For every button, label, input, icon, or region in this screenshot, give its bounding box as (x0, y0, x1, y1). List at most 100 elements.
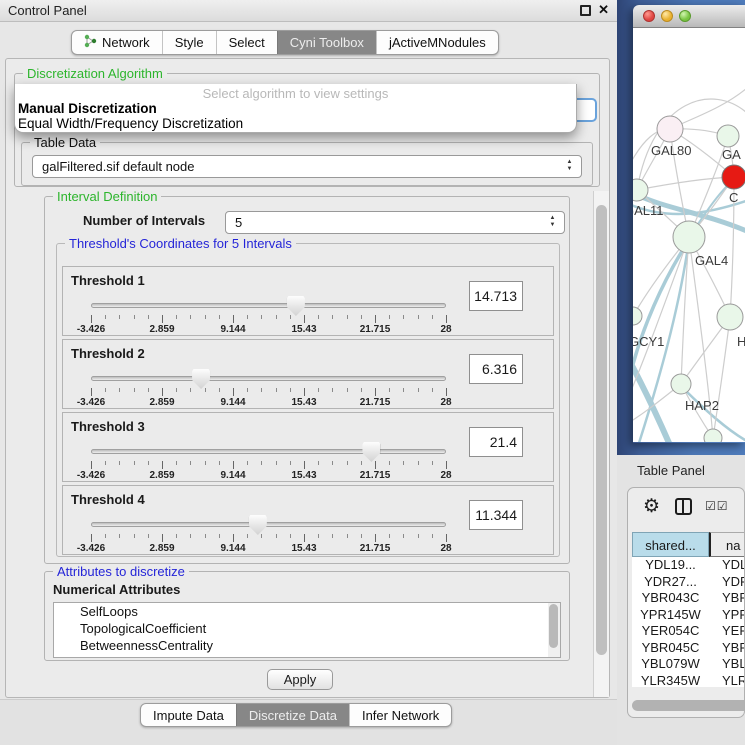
settings-scrollbar-thumb[interactable] (596, 205, 607, 655)
slider-tick (105, 461, 106, 465)
slider-tick (403, 534, 404, 538)
table-row[interactable]: YER054CYER054C (632, 623, 744, 640)
table-row[interactable]: YBL079WYBL079W (632, 656, 744, 673)
tab-impute-data[interactable]: Impute Data (141, 704, 236, 726)
slider-tick (290, 315, 291, 319)
dropdown-option-manual[interactable]: Manual Discretization (15, 101, 576, 116)
network-node[interactable] (657, 116, 683, 142)
cell-name: YDL19 (709, 557, 744, 574)
tab-infer-network[interactable]: Infer Network (349, 704, 451, 726)
tab-network[interactable]: Network (72, 31, 162, 54)
table-row[interactable]: YPR145WYPR145W (632, 607, 744, 624)
slider-tick-label: 28 (440, 324, 451, 335)
tab-label: Cyni Toolbox (290, 35, 364, 50)
slider-tick (247, 388, 248, 392)
slider-tick-label: 28 (440, 543, 451, 554)
slider-tick (105, 315, 106, 319)
tab-cyni-toolbox[interactable]: Cyni Toolbox (277, 31, 376, 54)
slider-tick (219, 534, 220, 538)
network-node[interactable] (704, 429, 722, 442)
slider-tick (304, 388, 305, 396)
column-header-name[interactable]: na (709, 532, 744, 557)
split-view-icon[interactable] (675, 498, 692, 515)
threshold-value-field[interactable]: 6.316 (469, 354, 523, 384)
slider-tick (148, 315, 149, 319)
threshold-slider-track[interactable] (91, 449, 446, 454)
table-data-combobox[interactable]: galFiltered.sif default node ▲▼ (32, 155, 582, 178)
slider-tick (134, 534, 135, 538)
list-item[interactable]: BetweennessCentrality (54, 637, 560, 654)
threshold-value-field[interactable]: 14.713 (469, 281, 523, 311)
numerical-attributes-list[interactable]: SelfLoopsTopologicalCoefficientBetweenne… (53, 602, 561, 658)
slider-tick (219, 388, 220, 392)
threshold-slider-thumb[interactable] (249, 515, 267, 535)
network-node[interactable] (633, 307, 642, 325)
tab-style[interactable]: Style (162, 31, 216, 54)
close-traffic-light[interactable] (643, 10, 655, 22)
table-row[interactable]: YBR043CYBR043C (632, 590, 744, 607)
threshold-value-field[interactable]: 11.344 (469, 500, 523, 530)
gear-icon[interactable]: ⚙ (643, 495, 660, 518)
slider-tick-label: 2.859 (149, 397, 174, 408)
number-of-intervals-combobox[interactable]: 5 ▲▼ (225, 211, 565, 234)
number-of-intervals-label: Number of Intervals (83, 213, 205, 228)
slider-tick (276, 388, 277, 392)
table-row[interactable]: YDR27...YDR27 (632, 574, 744, 591)
network-canvas[interactable]: GAL80GACGAL11GAL4GCY1HHAP2 (633, 28, 745, 442)
slider-tick (148, 534, 149, 538)
cell-name: YBL079W (709, 656, 744, 673)
tab-select[interactable]: Select (216, 31, 277, 54)
slider-tick (233, 388, 234, 396)
table-row[interactable]: YBR045CYBR045C (632, 640, 744, 657)
list-scrollbar-thumb[interactable] (549, 604, 558, 648)
threshold-value-field[interactable]: 21.4 (469, 427, 523, 457)
slider-tick-label: 21.715 (360, 397, 391, 408)
list-item[interactable]: TopologicalCoefficient (54, 620, 560, 637)
zoom-traffic-light[interactable] (679, 10, 691, 22)
threshold-slider-thumb[interactable] (192, 369, 210, 389)
table-h-scrollbar-thumb[interactable] (632, 700, 744, 711)
slider-tick (375, 315, 376, 323)
slider-tick (418, 461, 419, 465)
network-edge[interactable] (713, 317, 730, 438)
slider-ticks (91, 534, 446, 542)
dropdown-hint: Select algorithm to view settings (15, 86, 576, 101)
slider-tick (418, 315, 419, 319)
apply-button[interactable]: Apply (267, 669, 333, 690)
table-h-scrollbar[interactable] (632, 700, 744, 712)
threshold-slider-track[interactable] (91, 522, 446, 527)
network-node[interactable] (717, 125, 739, 147)
threshold-slider-thumb[interactable] (287, 296, 305, 316)
network-node-label: GCY1 (633, 334, 664, 349)
network-edge[interactable] (637, 177, 734, 190)
list-item[interactable]: SelfLoops (54, 603, 560, 620)
threshold-slider-track[interactable] (91, 376, 446, 381)
settings-scrollbar[interactable] (593, 191, 609, 697)
table-data-value: galFiltered.sif default node (42, 159, 194, 174)
network-node[interactable] (673, 221, 705, 253)
network-node[interactable] (717, 304, 743, 330)
minimize-traffic-light[interactable] (661, 10, 673, 22)
attributes-legend: Attributes to discretize (53, 564, 189, 579)
list-scrollbar[interactable] (548, 603, 560, 657)
table-row[interactable]: YLR345WYLR345W (632, 673, 744, 688)
network-node[interactable] (671, 374, 691, 394)
threshold-slider-thumb[interactable] (362, 442, 380, 462)
tab-discretize-data[interactable]: Discretize Data (236, 704, 349, 726)
cell-name: YBR043C (709, 590, 744, 607)
cell-name: YPR145W (709, 607, 744, 624)
threshold-slider-track[interactable] (91, 303, 446, 308)
tab-jactivemnodules[interactable]: jActiveMNodules (376, 31, 498, 54)
table-row[interactable]: YDL19...YDL19 (632, 557, 744, 574)
column-header-shared-name[interactable]: shared... (632, 532, 709, 557)
slider-tick (176, 315, 177, 319)
close-icon[interactable]: ✕ (598, 2, 609, 18)
dropdown-option-equal-width[interactable]: Equal Width/Frequency Discretization (15, 116, 576, 131)
app-root: Control Panel ✕ Network (0, 0, 745, 745)
column-checkbox-icons[interactable]: ☑☑ (705, 499, 729, 513)
slider-tick (290, 534, 291, 538)
slider-tick (347, 461, 348, 465)
threshold-1-panel: Threshold 1 -3.4262.8599.14415.4321.7152… (62, 266, 554, 336)
network-node[interactable] (722, 165, 745, 189)
float-window-icon[interactable] (580, 5, 591, 16)
